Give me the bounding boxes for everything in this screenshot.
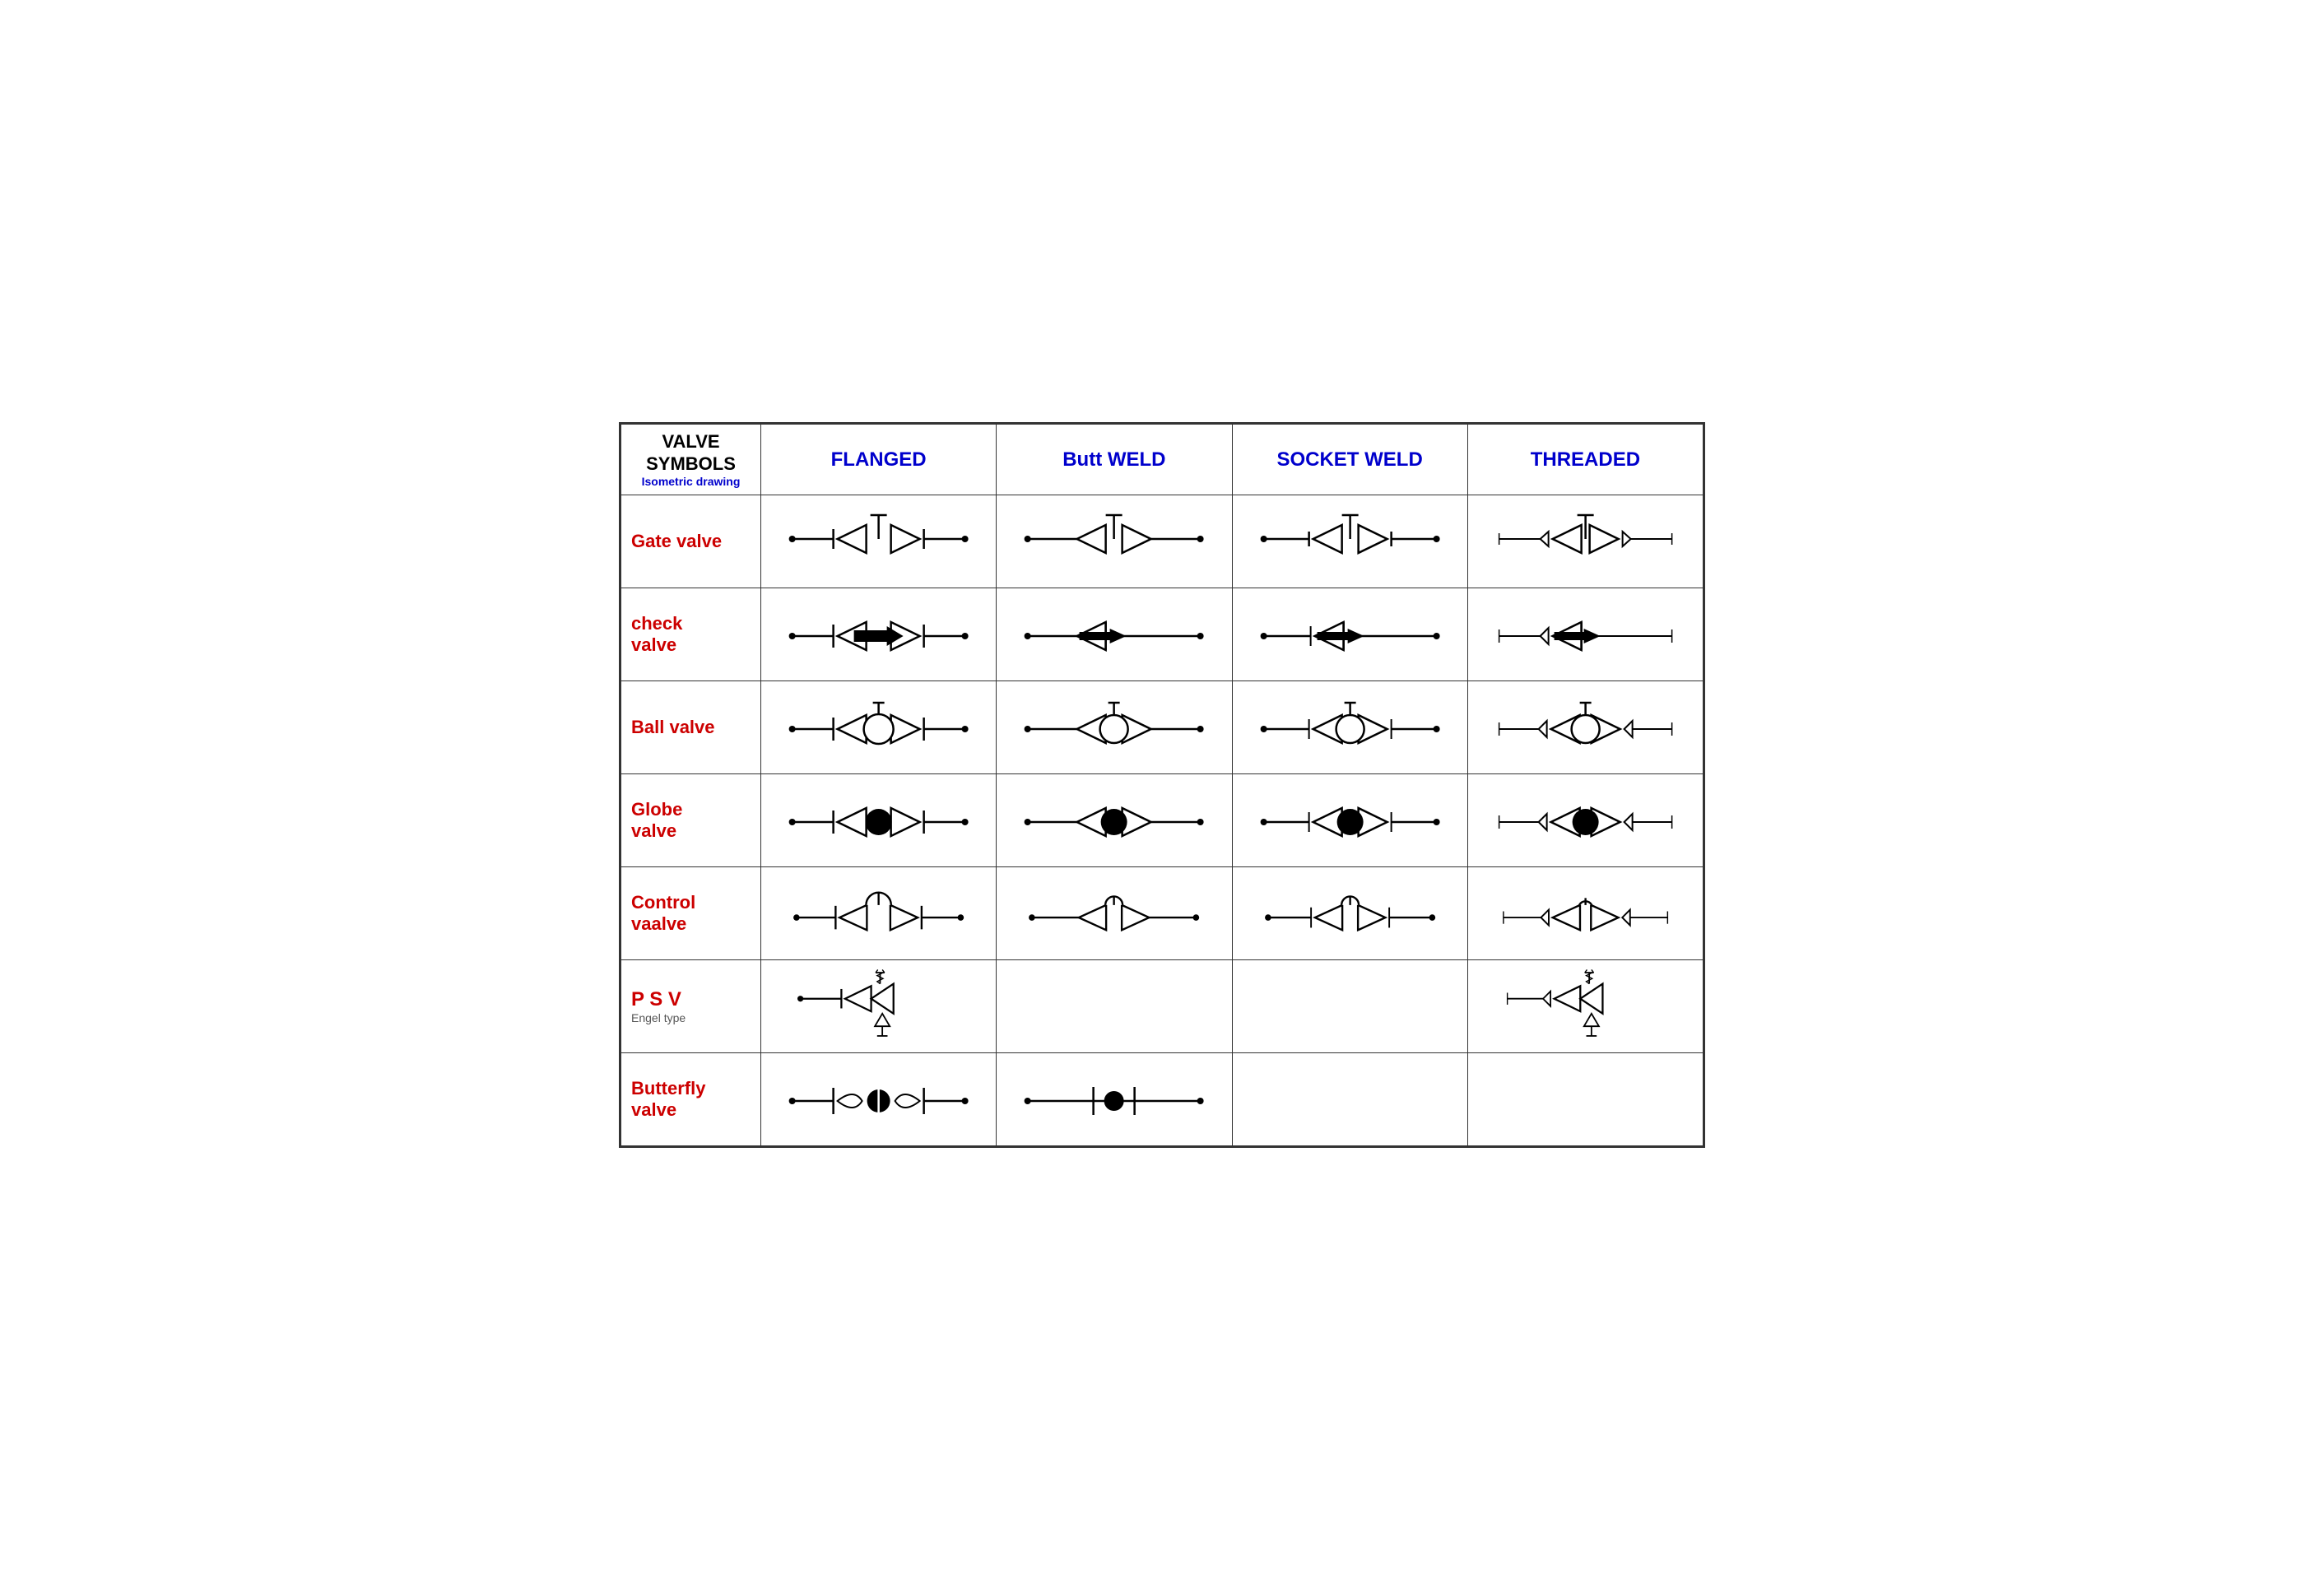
- check-valve-threaded: [1467, 588, 1703, 680]
- globe-valve-socket-weld-svg: [1238, 779, 1462, 857]
- col-header-threaded: THREADED: [1467, 425, 1703, 495]
- butterfly-valve-flanged-svg: [766, 1058, 991, 1136]
- butterfly-valve-flanged: [761, 1052, 997, 1145]
- globe-valve-flanged: [761, 773, 997, 866]
- ball-valve-threaded: [1467, 680, 1703, 773]
- psv-threaded-svg: [1473, 965, 1698, 1043]
- butterfly-valve-socket-weld: [1232, 1052, 1467, 1145]
- gate-valve-threaded-svg: [1473, 500, 1698, 578]
- control-valve-flanged-svg: [766, 872, 991, 950]
- check-valve-socket-weld-svg: [1238, 593, 1462, 671]
- table-row-butterfly-valve: Butterfly valve: [621, 1052, 1703, 1145]
- ball-valve-butt-weld-svg: [1002, 686, 1226, 764]
- ball-valve-threaded-svg: [1473, 686, 1698, 764]
- label-ball-valve: Ball valve: [621, 680, 761, 773]
- butterfly-valve-threaded: [1467, 1052, 1703, 1145]
- gate-valve-butt-weld: [997, 495, 1232, 588]
- label-check-valve: checkvalve: [621, 588, 761, 680]
- control-valve-threaded-svg: [1473, 872, 1698, 950]
- check-valve-butt-weld: [997, 588, 1232, 680]
- ball-valve-butt-weld: [997, 680, 1232, 773]
- check-valve-flanged: [761, 588, 997, 680]
- ball-valve-socket-weld-svg: [1238, 686, 1462, 764]
- table-title: VALVE SYMBOLS: [628, 431, 754, 475]
- check-valve-butt-weld-svg: [1002, 593, 1226, 671]
- label-globe-valve: Globevalve: [621, 773, 761, 866]
- butterfly-valve-butt-weld-svg: [1002, 1058, 1226, 1136]
- table-row-ball-valve: Ball valve: [621, 680, 1703, 773]
- butterfly-valve-butt-weld: [997, 1052, 1232, 1145]
- globe-valve-butt-weld: [997, 773, 1232, 866]
- check-valve-socket-weld: [1232, 588, 1467, 680]
- table-row-globe-valve: Globevalve: [621, 773, 1703, 866]
- label-gate-valve: Gate valve: [621, 495, 761, 588]
- table-row-check-valve: checkvalve: [621, 588, 1703, 680]
- table-row-psv: P S V Engel type: [621, 959, 1703, 1052]
- col-header-socket-weld: SOCKET WELD: [1232, 425, 1467, 495]
- table-header-first: VALVE SYMBOLS Isometric drawing: [621, 425, 761, 495]
- control-valve-butt-weld: [997, 866, 1232, 959]
- ball-valve-flanged: [761, 680, 997, 773]
- control-valve-butt-weld-svg: [1002, 872, 1226, 950]
- check-valve-threaded-svg: [1473, 593, 1698, 671]
- globe-valve-socket-weld: [1232, 773, 1467, 866]
- gate-valve-butt-weld-svg: [1002, 500, 1226, 578]
- label-control-valve: Control vaalve: [621, 866, 761, 959]
- gate-valve-threaded: [1467, 495, 1703, 588]
- psv-socket-weld: [1232, 959, 1467, 1052]
- control-valve-socket-weld: [1232, 866, 1467, 959]
- globe-valve-flanged-svg: [766, 779, 991, 857]
- label-psv: P S V Engel type: [621, 959, 761, 1052]
- table-row-gate-valve: Gate valve: [621, 495, 1703, 588]
- control-valve-flanged: [761, 866, 997, 959]
- check-valve-flanged-svg: [766, 593, 991, 671]
- psv-flanged: [761, 959, 997, 1052]
- gate-valve-flanged-svg: [766, 500, 991, 578]
- control-valve-socket-weld-svg: [1238, 872, 1462, 950]
- ball-valve-flanged-svg: [766, 686, 991, 764]
- globe-valve-butt-weld-svg: [1002, 779, 1226, 857]
- globe-valve-threaded-svg: [1473, 779, 1698, 857]
- gate-valve-socket-weld: [1232, 495, 1467, 588]
- gate-valve-socket-weld-svg: [1238, 500, 1462, 578]
- control-valve-threaded: [1467, 866, 1703, 959]
- table-row-control-valve: Control vaalve: [621, 866, 1703, 959]
- valve-symbols-table: VALVE SYMBOLS Isometric drawing FLANGED …: [621, 424, 1703, 1146]
- gate-valve-flanged: [761, 495, 997, 588]
- main-table-wrapper: VALVE SYMBOLS Isometric drawing FLANGED …: [619, 422, 1705, 1148]
- table-subtitle: Isometric drawing: [628, 475, 754, 488]
- ball-valve-socket-weld: [1232, 680, 1467, 773]
- psv-butt-weld: [997, 959, 1232, 1052]
- psv-threaded: [1467, 959, 1703, 1052]
- globe-valve-threaded: [1467, 773, 1703, 866]
- col-header-flanged: FLANGED: [761, 425, 997, 495]
- psv-flanged-svg: [766, 965, 991, 1043]
- col-header-butt-weld: Butt WELD: [997, 425, 1232, 495]
- label-butterfly-valve: Butterfly valve: [621, 1052, 761, 1145]
